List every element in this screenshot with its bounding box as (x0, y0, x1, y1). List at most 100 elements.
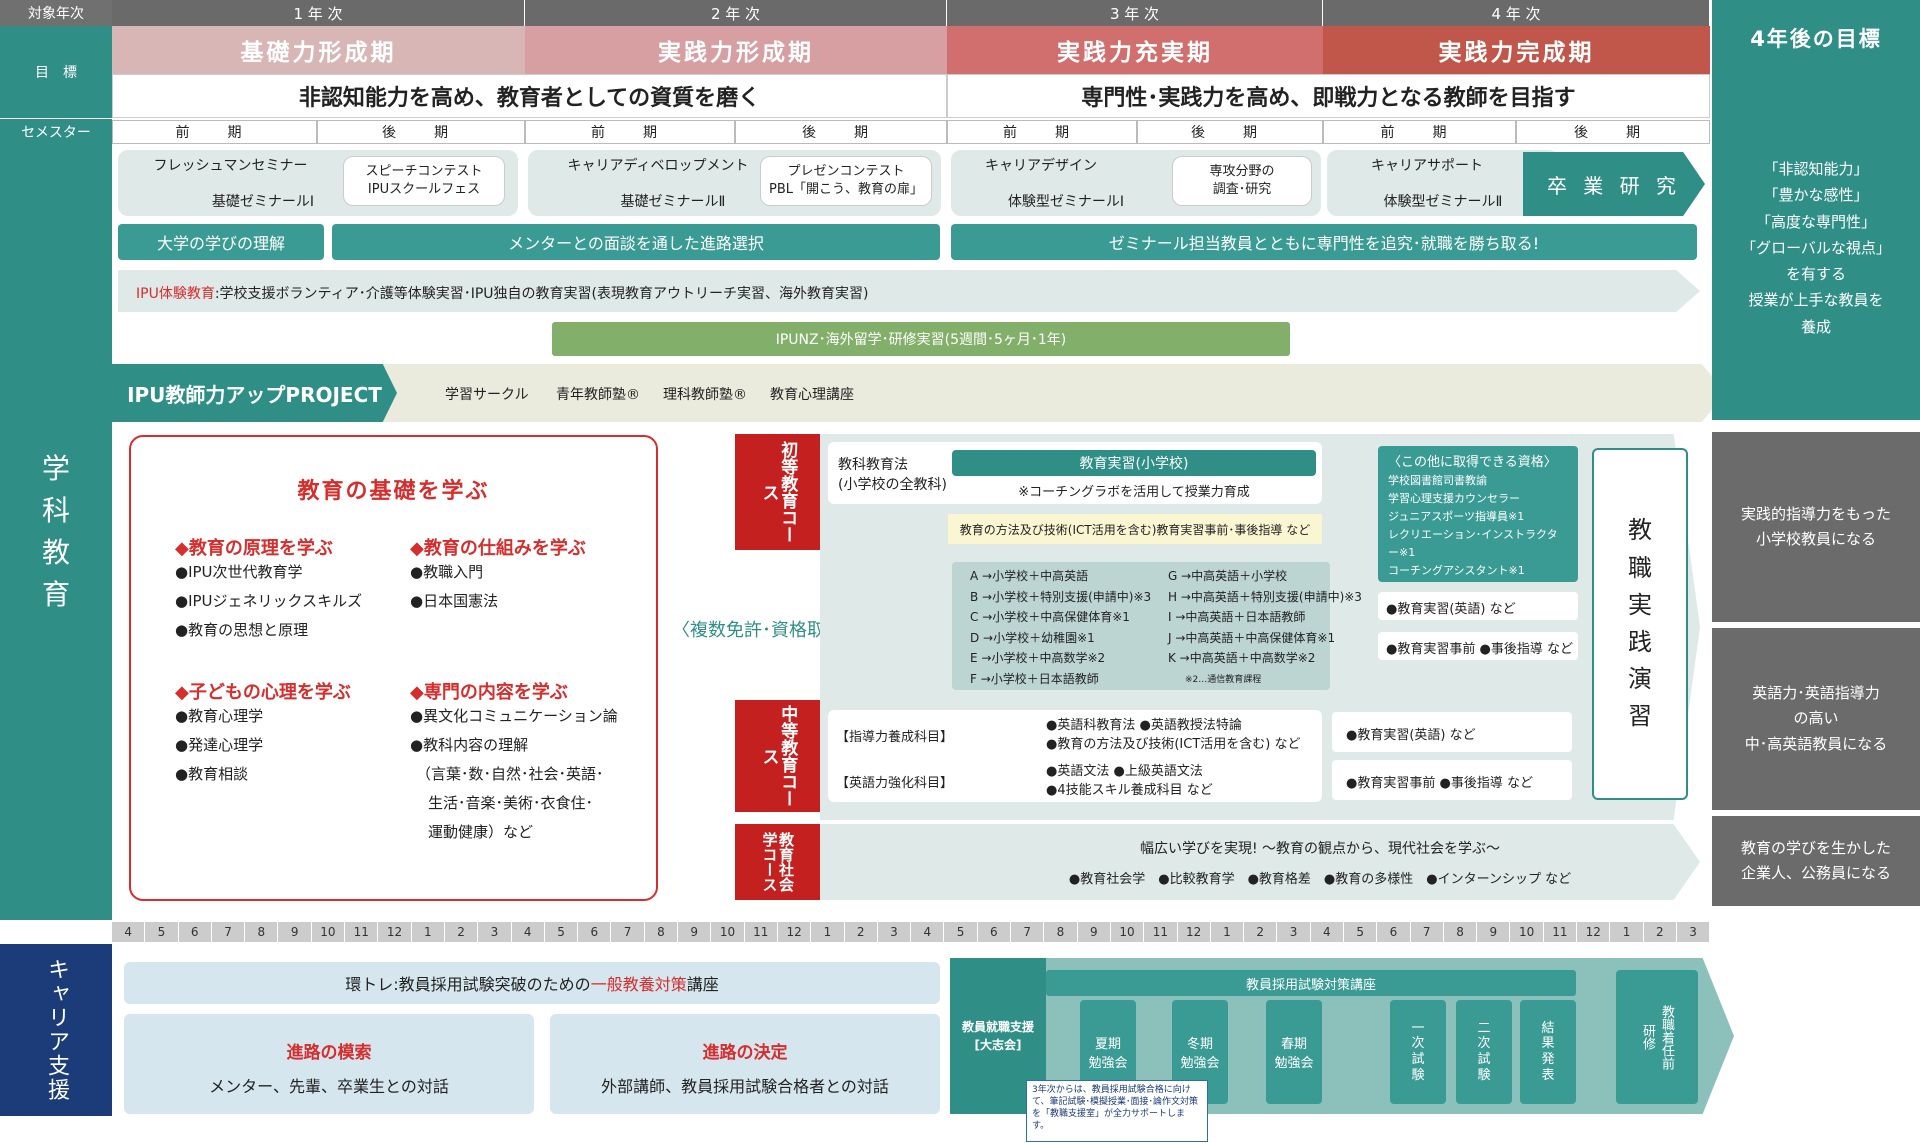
month-cell: 3 (1677, 922, 1711, 942)
year-1-label: 1 年 次 (112, 0, 525, 26)
pattern-f: F →小学校＋日本語教師 (970, 671, 1099, 686)
kantore-2: 一般教養対策 (590, 975, 687, 994)
pattern-note: ※2…通信教育課程 (1185, 675, 1262, 685)
y1-freshman-seminar: フレッシュマンセミナー (153, 158, 308, 174)
month-cell: 7 (212, 922, 246, 942)
career-note: 3年次からは、教員採用試験合格に向けて、筆記試験･模擬授業･面接･論作文対策を「… (1026, 1080, 1208, 1142)
month-cell: 7 (611, 922, 645, 942)
niji-shiken: 二 次 試 験 (1456, 1000, 1512, 1104)
kantore-3: 講座 (686, 975, 719, 994)
coaching-lab-note: ※コーチングラボを活用して授業力育成 (1018, 484, 1250, 500)
shoto-name: 初等教育コース (758, 441, 798, 543)
bar-seminar-teacher: ゼミナール担当教員とともに専門性を追究･就職を勝ち取る! (951, 224, 1697, 260)
project-title: IPU教師力アップPROJECT (112, 364, 397, 422)
month-cell: 1 (412, 922, 445, 942)
shakai-name: 教育社会学コース (760, 832, 796, 892)
month-cell: 1 (1610, 922, 1644, 942)
presen-contest: プレゼンコンテスト (787, 164, 905, 179)
pattern-e: E →小学校＋中高数学※2 (970, 651, 1106, 665)
kiso-item: 生活･音楽･美術･衣食住･ (428, 794, 594, 812)
eigoryoku-label: 【英語力強化科目】 (836, 776, 954, 791)
month-cell: 2 (445, 922, 479, 942)
pattern-b: B →小学校＋特別支援(申請中)※3 (970, 589, 1152, 604)
kyoka-2: (小学校の全教科) (838, 476, 947, 493)
kiso-title: 教育の基礎を学ぶ (297, 479, 490, 504)
month-cell: 8 (645, 922, 679, 942)
ichiji-shiken: 一 次 試 験 (1390, 1000, 1446, 1104)
ipu-school-fes: IPUスクールフェス (367, 181, 481, 197)
houhou-gijutsu: 教育の方法及び技術(ICT活用を含む)教育実習事前･事後指導 など (948, 514, 1322, 544)
month-cell: 9 (1078, 922, 1111, 942)
month-cell: 11 (345, 922, 379, 942)
month-cell: 11 (1144, 922, 1178, 942)
pattern-k: K →中高英語＋中高数学※2 (1168, 651, 1316, 665)
month-cell: 9 (1477, 922, 1511, 942)
project-item-2: 青年教師塾® (556, 387, 640, 403)
month-cell: 11 (745, 922, 778, 942)
shakai-bg (820, 824, 1700, 900)
month-row: 4 5 6 7 8 9 10 11 12 1 2 3 4 5 6 7 8 9 10 11 12 1 2 3 4 5 6 7 8 9 10 11… (112, 922, 1711, 942)
ipunz-bar: IPUNZ･海外留学･研修実習(5週間･5ヶ月･1年) (552, 322, 1290, 356)
mosaku-text: メンター、先輩、卒業生との対話 (209, 1077, 449, 1096)
kiso-h1: ◆教育の原理を学ぶ (175, 538, 333, 559)
month-cell: 11 (1544, 922, 1578, 942)
y4-career-support: キャリアサポート (1371, 158, 1483, 174)
shidoryoku-item-1: ●英語科教育法 ●英語教授法特論 (1046, 718, 1242, 733)
month-cell: 5 (545, 922, 579, 942)
kiso-item: ●教育心理学 (175, 707, 264, 725)
patterns-left: A →小学校＋中高英語 B →小学校＋特別支援(申請中)※3 C →小学校＋中高… (970, 566, 1151, 689)
y3-career-design: キャリアデザイン (985, 158, 1097, 174)
kiso-item: ●教育の思想と原理 (175, 621, 309, 639)
shoto-jizen-jigo: ●教育実習事前 ●事後指導 など (1378, 632, 1578, 660)
month-cell: 4 (911, 922, 945, 942)
goal-label: 目 標 (0, 26, 112, 118)
chakunin-text: 教職着任前 研修 (1640, 1004, 1674, 1070)
target-year-label: 対象年次 (0, 0, 112, 26)
kiso-item: 運動健康）など (428, 823, 534, 841)
career-label: キャリア支援 (0, 944, 112, 1116)
kiso-h2: ◆教育の仕組みを学ぶ (410, 538, 586, 559)
phase-2: 実践力形成期 (525, 26, 947, 74)
mosaku-title: 進路の模索 (286, 1043, 372, 1063)
chuto-name: 中等教育コース (758, 705, 798, 807)
ipu-taiken-kyoiku: IPU体験教育:学校支援ボランティア･介護等体験実習･IPU独自の教育実習(表現… (118, 270, 1700, 312)
sem-4-kouki: 後 期 (1516, 120, 1710, 144)
y1-contest-box: スピーチコンテスト IPUスクールフェス (343, 156, 505, 206)
month-cell: 5 (944, 922, 978, 942)
month-row-spacer (0, 920, 112, 942)
month-cell: 5 (145, 922, 179, 942)
kyoka-kyoikuho: 教科教育法 (小学校の全教科) (838, 456, 947, 495)
kiso-h4: ◆専門の内容を学ぶ (410, 682, 568, 703)
patterns-right: G →中高英語＋小学校 H →中高英語＋特別支援(申請中)※3 I →中高英語＋… (1168, 566, 1362, 669)
chuto-course-label: 中等教育コース (735, 700, 820, 812)
month-cell: 1 (1211, 922, 1245, 942)
other-item: 学校図書館司書教諭 (1388, 474, 1487, 487)
month-cell: 4 (512, 922, 545, 942)
shunki-benkyokai: 春期 勉強会 (1266, 1000, 1322, 1104)
kiso-item: ●教科内容の理解 (410, 736, 529, 754)
speech-contest: スピーチコンテスト (365, 164, 483, 179)
kyoka-1: 教科教育法 (838, 457, 908, 473)
sem-3-kouki: 後 期 (1137, 120, 1323, 144)
chuto-jisshu-eigo: ●教育実習(英語) など (1332, 712, 1572, 752)
sem-2-kouki: 後 期 (735, 120, 947, 144)
y3-research-box: 専攻分野の 調査･研究 (1172, 156, 1312, 206)
month-cell: 12 (378, 922, 412, 942)
month-cell: 10 (1510, 922, 1544, 942)
kiso-item: ●教職入門 (410, 563, 484, 581)
project-item-1: 学習サークル (445, 387, 529, 403)
eigoryoku-item-2: ●4技能スキル養成科目 など (1046, 783, 1213, 798)
kyoiku-jisshu-shogakko: 教育実習(小学校) (952, 450, 1316, 476)
other-qualifications: 〈この他に取得できる資格〉 学校図書館司書教諭 学習心理支援カウンセラー ジュニ… (1378, 446, 1578, 582)
kiso-item: ●発達心理学 (175, 736, 264, 754)
pattern-d: D →小学校＋幼稚園※1 (970, 630, 1095, 645)
pattern-i: I →中高英語＋日本語教師 (1168, 610, 1306, 624)
pbl-label: PBL「開こう、教育の扉」 (768, 181, 923, 197)
goal-right-shakai: 教育の学びを生かした 企業人、公務員になる (1712, 816, 1920, 906)
pattern-g: G →中高英語＋小学校 (1168, 569, 1288, 583)
goal-right-chuto: 英語力･英語指導力 の高い 中･高英語教員になる (1712, 628, 1920, 810)
month-cell: 4 (1311, 922, 1344, 942)
month-cell: 1 (811, 922, 845, 942)
sem-1-kouki: 後 期 (317, 120, 525, 144)
pattern-a: A →小学校＋中高英語 (970, 569, 1089, 583)
